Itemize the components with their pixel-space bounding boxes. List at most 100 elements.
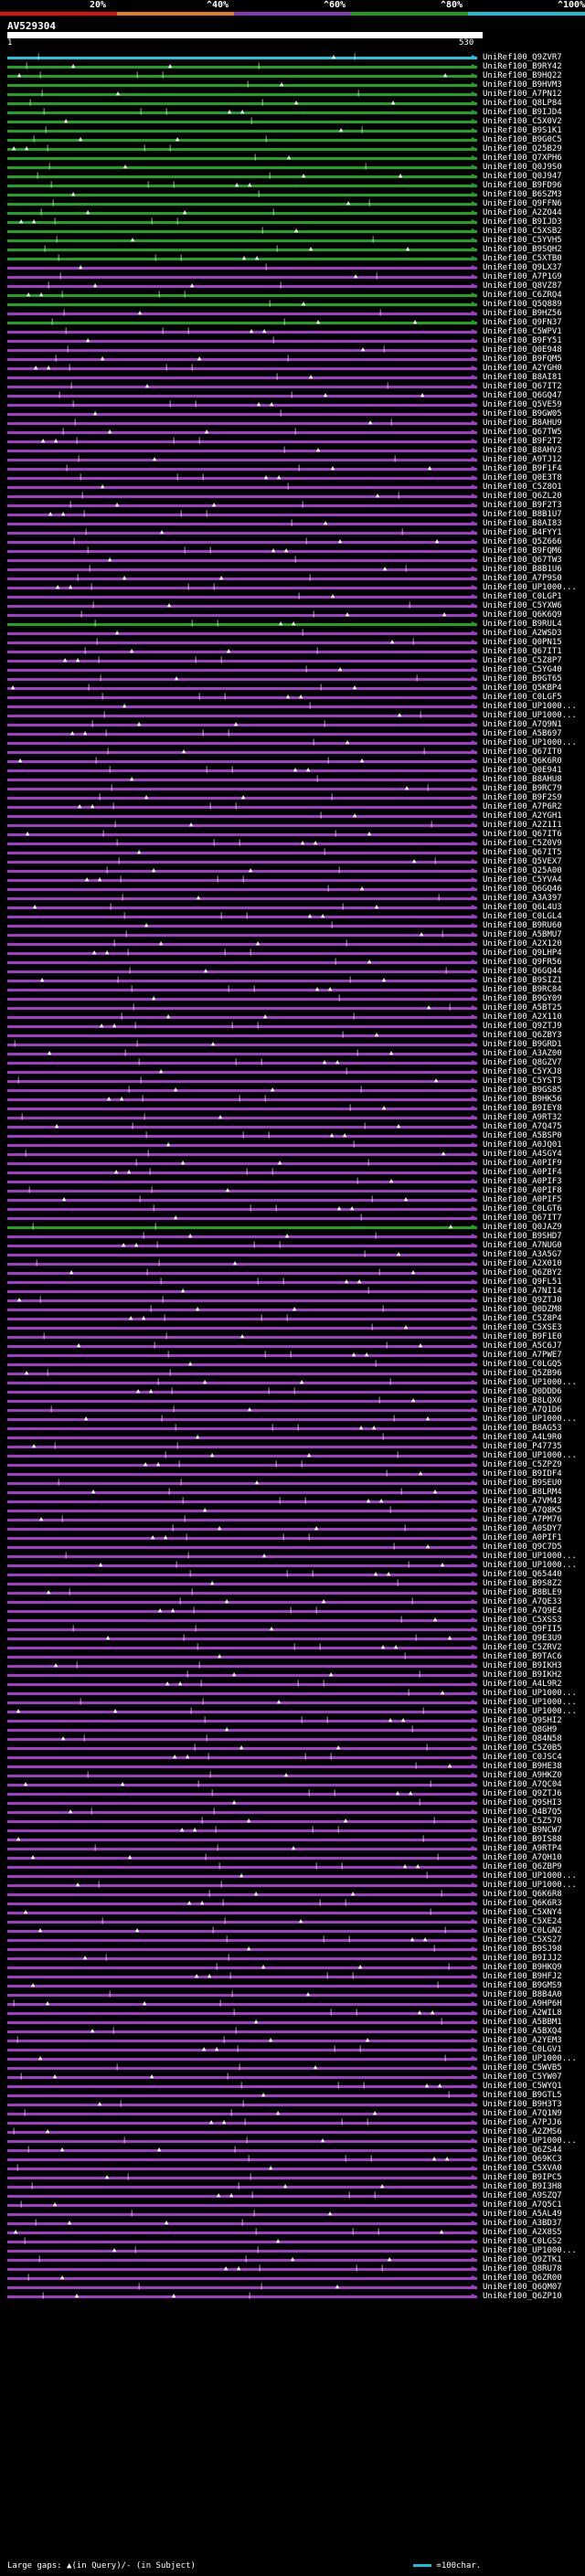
- hit-row[interactable]: | ▲ | ▲ ▶ UniRef100_Q67TW5: [0, 428, 585, 437]
- hit-row[interactable]: | ▲ | ▲ ▶ UniRef100_Q9FN37: [0, 318, 585, 327]
- hit-row[interactable]: | ▲ ▶ UniRef100_UP1000...: [0, 1689, 585, 1698]
- hit-label[interactable]: UniRef100_Q6K6R8: [483, 1890, 562, 1899]
- hit-label[interactable]: UniRef100_B9F1E0: [483, 1332, 562, 1341]
- hit-label[interactable]: UniRef100_C5WVB5: [483, 2063, 562, 2072]
- hit-row[interactable]: | ▲ ▶ UniRef100_B9IS88: [0, 1835, 585, 1844]
- hit-label[interactable]: UniRef100_C5WYQ1: [483, 2082, 562, 2091]
- hit-label[interactable]: UniRef100_C0LGL4: [483, 912, 562, 921]
- hit-label[interactable]: UniRef100_A7Q5C1: [483, 2200, 562, 2210]
- hit-row[interactable]: | ▲ | ▲ ▶ UniRef100_A7P9S0: [0, 574, 585, 583]
- hit-label[interactable]: UniRef100_UP1000...: [483, 1698, 577, 1707]
- hit-label[interactable]: UniRef100_B9RU60: [483, 921, 562, 930]
- hit-label[interactable]: UniRef100_C0LGN2: [483, 1926, 562, 1935]
- hit-label[interactable]: UniRef100_B9HE38: [483, 1762, 562, 1771]
- hit-label[interactable]: UniRef100_B9SHD7: [483, 1232, 562, 1241]
- hit-label[interactable]: UniRef100_B9FQM5: [483, 355, 562, 364]
- hit-label[interactable]: UniRef100_Q67TW3: [483, 556, 562, 565]
- hit-row[interactable]: | ▲ | ▲ | ▶ UniRef100_B9HQ22: [0, 71, 585, 80]
- hit-label[interactable]: UniRef100_B9GMS9: [483, 1981, 562, 1990]
- hit-row[interactable]: | ▲ | ▲ ▶ UniRef100_B9I3H8: [0, 2182, 585, 2191]
- hit-row[interactable]: | ▲ | ▲ ▶ UniRef100_B8LRM4: [0, 1488, 585, 1497]
- hit-row[interactable]: | ▲ ▶ UniRef100_A7Q5C1: [0, 2200, 585, 2210]
- hit-row[interactable]: | ▲ | ▲ | ▶ UniRef100_Q9LHP4: [0, 949, 585, 958]
- hit-label[interactable]: UniRef100_C5XSS3: [483, 1616, 562, 1625]
- hit-row[interactable]: | ▲ ▶ UniRef100_A7NI14: [0, 1287, 585, 1296]
- hit-row[interactable]: | ▲ | ▲ | ▶ UniRef100_Q69KC3: [0, 2155, 585, 2164]
- hit-label[interactable]: UniRef100_Q67IT7: [483, 1214, 562, 1223]
- hit-row[interactable]: | ▲ | ▲ ▶ UniRef100_A3AZ00: [0, 1049, 585, 1058]
- hit-label[interactable]: UniRef100_Q5ZB96: [483, 1369, 562, 1378]
- hit-label[interactable]: UniRef100_B9FD96: [483, 181, 562, 190]
- hit-label[interactable]: UniRef100_A4L9R2: [483, 1680, 562, 1689]
- hit-label[interactable]: UniRef100_B9H3T3: [483, 2100, 562, 2109]
- hit-row[interactable]: | ▲ | ▲ ▶ UniRef100_UP1000...: [0, 1561, 585, 1570]
- hit-row[interactable]: | ▲ | ▲ | ▶ UniRef100_C5XTB0: [0, 254, 585, 263]
- hit-row[interactable]: | ▲ | ▶ UniRef100_B9SEU0: [0, 1479, 585, 1488]
- hit-row[interactable]: | ▲ | ▶ UniRef100_Q6QM07: [0, 2283, 585, 2292]
- hit-row[interactable]: | ▲ | ▲ | ▶ UniRef100_C5Z8P4: [0, 1314, 585, 1323]
- hit-row[interactable]: | ▲ | ▶ UniRef100_B8B1U6: [0, 565, 585, 574]
- hit-label[interactable]: UniRef100_A7NUG0: [483, 1241, 562, 1250]
- hit-row[interactable]: | ▲ | ▲ ▶ UniRef100_B9RY42: [0, 62, 585, 71]
- hit-row[interactable]: | ▲ | ▲ | ▶ UniRef100_Q65440: [0, 1570, 585, 1579]
- hit-row[interactable]: | ▲ | ▲ | ▶ UniRef100_A7PWE7: [0, 1351, 585, 1360]
- hit-row[interactable]: | ▲ | ▲ ▶ UniRef100_C5Z570: [0, 1817, 585, 1826]
- hit-label[interactable]: UniRef100_A7NI14: [483, 1287, 562, 1296]
- hit-label[interactable]: UniRef100_Q5Q889: [483, 300, 562, 309]
- hit-row[interactable]: | ▲ | ▶ UniRef100_B9F1E0: [0, 1332, 585, 1341]
- hit-row[interactable]: | ▲ | ▲ ▶ UniRef100_A2X110: [0, 1012, 585, 1022]
- hit-row[interactable]: | ▲ ▶ UniRef100_Q67IT5: [0, 848, 585, 857]
- hit-row[interactable]: | ▲ | ▲ ▶ UniRef100_A0SDY7: [0, 1524, 585, 1533]
- hit-label[interactable]: UniRef100_Q9ZVR7: [483, 53, 562, 62]
- hit-label[interactable]: UniRef100_UP1000...: [483, 1871, 577, 1881]
- hit-row[interactable]: | ▲ | ▲ ▶ UniRef100_C0LGN2: [0, 1926, 585, 1935]
- hit-label[interactable]: UniRef100_A0PIF4: [483, 1168, 562, 1177]
- hit-row[interactable]: | ▲ | ▲ ▶ UniRef100_A7QE33: [0, 1597, 585, 1606]
- hit-row[interactable]: | ▲ | ▶ UniRef100_Q9ZTJ0: [0, 1296, 585, 1305]
- hit-label[interactable]: UniRef100_A4SGY4: [483, 1150, 562, 1159]
- hit-label[interactable]: UniRef100_B6SZM3: [483, 190, 562, 199]
- hit-label[interactable]: UniRef100_C5YVH5: [483, 236, 562, 245]
- hit-row[interactable]: | ▲ ▶ UniRef100_C0LGQ5: [0, 1360, 585, 1369]
- hit-row[interactable]: | ▲ | ▲ ▶ UniRef100_A2ZO44: [0, 208, 585, 217]
- hit-row[interactable]: | ▲ | ▲ ▶ UniRef100_Q6K6Q9: [0, 610, 585, 620]
- hit-row[interactable]: | ▲ ▶ UniRef100_Q5Q889: [0, 300, 585, 309]
- hit-label[interactable]: UniRef100_Q4B7Q5: [483, 1807, 562, 1817]
- hit-row[interactable]: | ▲ | ▲ | ▶ UniRef100_A5B697: [0, 729, 585, 738]
- hit-row[interactable]: | ▲ | ▲ | ▶ UniRef100_Q6K6R3: [0, 1899, 585, 1908]
- hit-row[interactable]: | ▲ | ▲ | ▶ UniRef100_B9FQM6: [0, 546, 585, 556]
- hit-row[interactable]: | ▲ | ▶ UniRef100_A9HKZ0: [0, 1771, 585, 1780]
- hit-row[interactable]: | ▲ | ▲ ▶ UniRef100_UP1000...: [0, 1415, 585, 1424]
- hit-label[interactable]: UniRef100_UP1000...: [483, 702, 577, 711]
- hit-label[interactable]: UniRef100_A3A5G7: [483, 1250, 562, 1259]
- hit-row[interactable]: | ▲ ▶ UniRef100_B9IDF4: [0, 1469, 585, 1479]
- hit-label[interactable]: UniRef100_A7P9S0: [483, 574, 562, 583]
- hit-label[interactable]: UniRef100_B9GT65: [483, 674, 562, 684]
- hit-row[interactable]: | ▲ ▶ UniRef100_C5YXJ8: [0, 1067, 585, 1076]
- hit-row[interactable]: | ▲ | ▶ UniRef100_UP1000...: [0, 711, 585, 720]
- hit-label[interactable]: UniRef100_B8B1U7: [483, 510, 562, 519]
- hit-row[interactable]: | ▲ | ▲ ▶ UniRef100_Q67IT1: [0, 647, 585, 656]
- hit-label[interactable]: UniRef100_A2WIL8: [483, 2009, 562, 2018]
- hit-label[interactable]: UniRef100_Q9ZTJ6: [483, 1789, 562, 1798]
- hit-row[interactable]: | ▲ | ▲ ▶ UniRef100_B9SHD7: [0, 1232, 585, 1241]
- hit-label[interactable]: UniRef100_B9IS88: [483, 1835, 562, 1844]
- hit-label[interactable]: UniRef100_Q8LP84: [483, 99, 562, 108]
- hit-row[interactable]: | ▲ | ▲ ▶ UniRef100_B9SIZ1: [0, 976, 585, 985]
- hit-row[interactable]: | ▲ | ▲ ▶ UniRef100_A0PIF5: [0, 1195, 585, 1204]
- hit-label[interactable]: UniRef100_Q25B29: [483, 144, 562, 154]
- hit-label[interactable]: UniRef100_Q9FL51: [483, 1277, 562, 1287]
- hit-row[interactable]: | ▲ | ▶ UniRef100_B9IJJ2: [0, 1954, 585, 1963]
- hit-row[interactable]: | ▲ ▶ UniRef100_A2WSD3: [0, 629, 585, 638]
- hit-row[interactable]: | ▲ | ▲ | ▶ UniRef100_A7VM43: [0, 1497, 585, 1506]
- hit-row[interactable]: | ▲ | ▶ UniRef100_UP1000...: [0, 1698, 585, 1707]
- hit-row[interactable]: | ▲ | ▲ ▶ UniRef100_A7Q1N9: [0, 2109, 585, 2118]
- hit-row[interactable]: | ▲ ▶ UniRef100_A7Q8K5: [0, 1506, 585, 1515]
- hit-label[interactable]: UniRef100_B9F2T3: [483, 501, 562, 510]
- hit-label[interactable]: UniRef100_A7QH10: [483, 1853, 562, 1862]
- hit-row[interactable]: | ▲ | ▲ | ▶ UniRef100_Q9ZTJ6: [0, 1789, 585, 1798]
- hit-label[interactable]: UniRef100_B9FY51: [483, 336, 562, 345]
- hit-label[interactable]: UniRef100_C5XNY4: [483, 1908, 562, 1917]
- hit-label[interactable]: UniRef100_B9RY42: [483, 62, 562, 71]
- hit-label[interactable]: UniRef100_B8AHV3: [483, 446, 562, 455]
